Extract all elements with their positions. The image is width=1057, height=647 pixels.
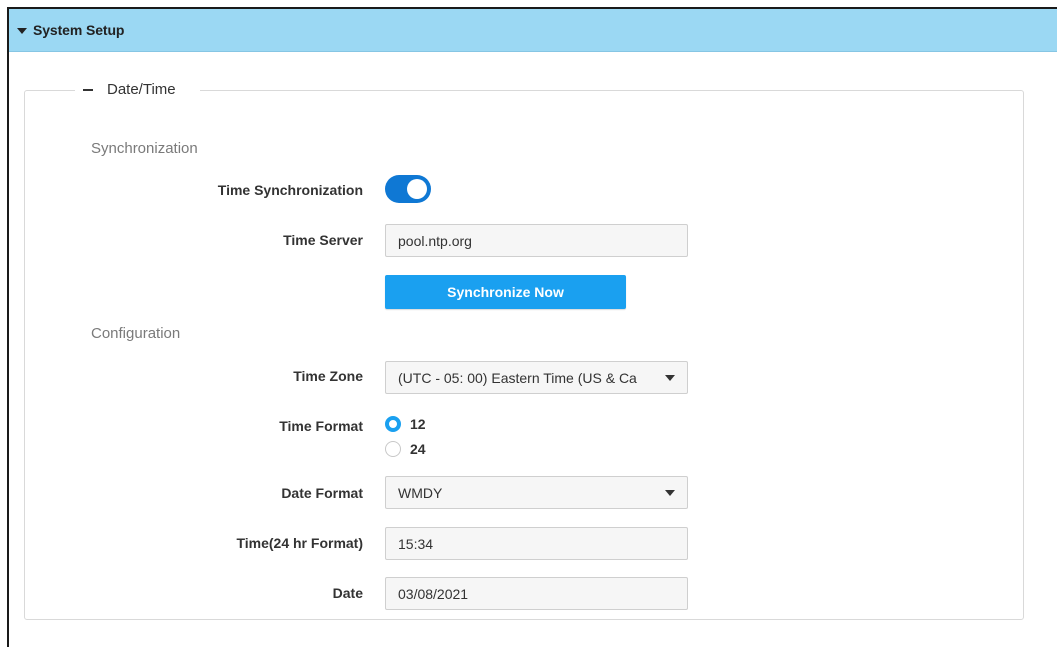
minus-icon [83,88,93,91]
dropdown-arrow-icon [665,374,675,381]
time-format-option-12[interactable]: 12 [385,416,426,432]
system-setup-header[interactable]: System Setup [9,9,1057,52]
dropdown-arrow-icon [665,489,675,496]
time-label: Time(24 hr Format) [236,535,363,551]
date-input[interactable]: 03/08/2021 [385,577,688,610]
time-zone-value: (UTC - 05: 00) Eastern Time (US & Ca [398,369,637,386]
date-label: Date [332,585,363,601]
toggle-knob [407,179,427,199]
date-time-collapse-toggle[interactable]: Date/Time [75,81,200,98]
configuration-heading: Configuration [91,325,181,342]
time-format-option-label: 12 [410,416,426,432]
time-format-option-label: 24 [410,441,426,457]
synchronize-now-button[interactable]: Synchronize Now [385,275,626,309]
date-format-value: WMDY [398,484,443,501]
synchronization-heading: Synchronization [91,140,198,157]
system-setup-title: System Setup [33,22,125,38]
time-value: 15:34 [398,535,434,552]
caret-down-icon [17,27,27,34]
radio-unchecked-icon[interactable] [385,441,401,457]
date-value: 03/08/2021 [398,585,469,602]
radio-checked-icon[interactable] [385,416,401,432]
time-format-label: Time Format [279,418,363,434]
time-format-option-24[interactable]: 24 [385,441,426,457]
date-format-select[interactable]: WMDY [385,476,688,509]
time-server-label: Time Server [283,232,363,248]
time-server-value: pool.ntp.org [398,232,472,249]
time-zone-select[interactable]: (UTC - 05: 00) Eastern Time (US & Ca [385,361,688,394]
date-format-label: Date Format [281,485,363,501]
time-input[interactable]: 15:34 [385,527,688,560]
time-sync-toggle[interactable] [385,175,431,203]
time-server-input[interactable]: pool.ntp.org [385,224,688,257]
date-time-title: Date/Time [107,81,176,98]
time-zone-label: Time Zone [293,368,363,384]
time-sync-label: Time Synchronization [217,182,363,198]
